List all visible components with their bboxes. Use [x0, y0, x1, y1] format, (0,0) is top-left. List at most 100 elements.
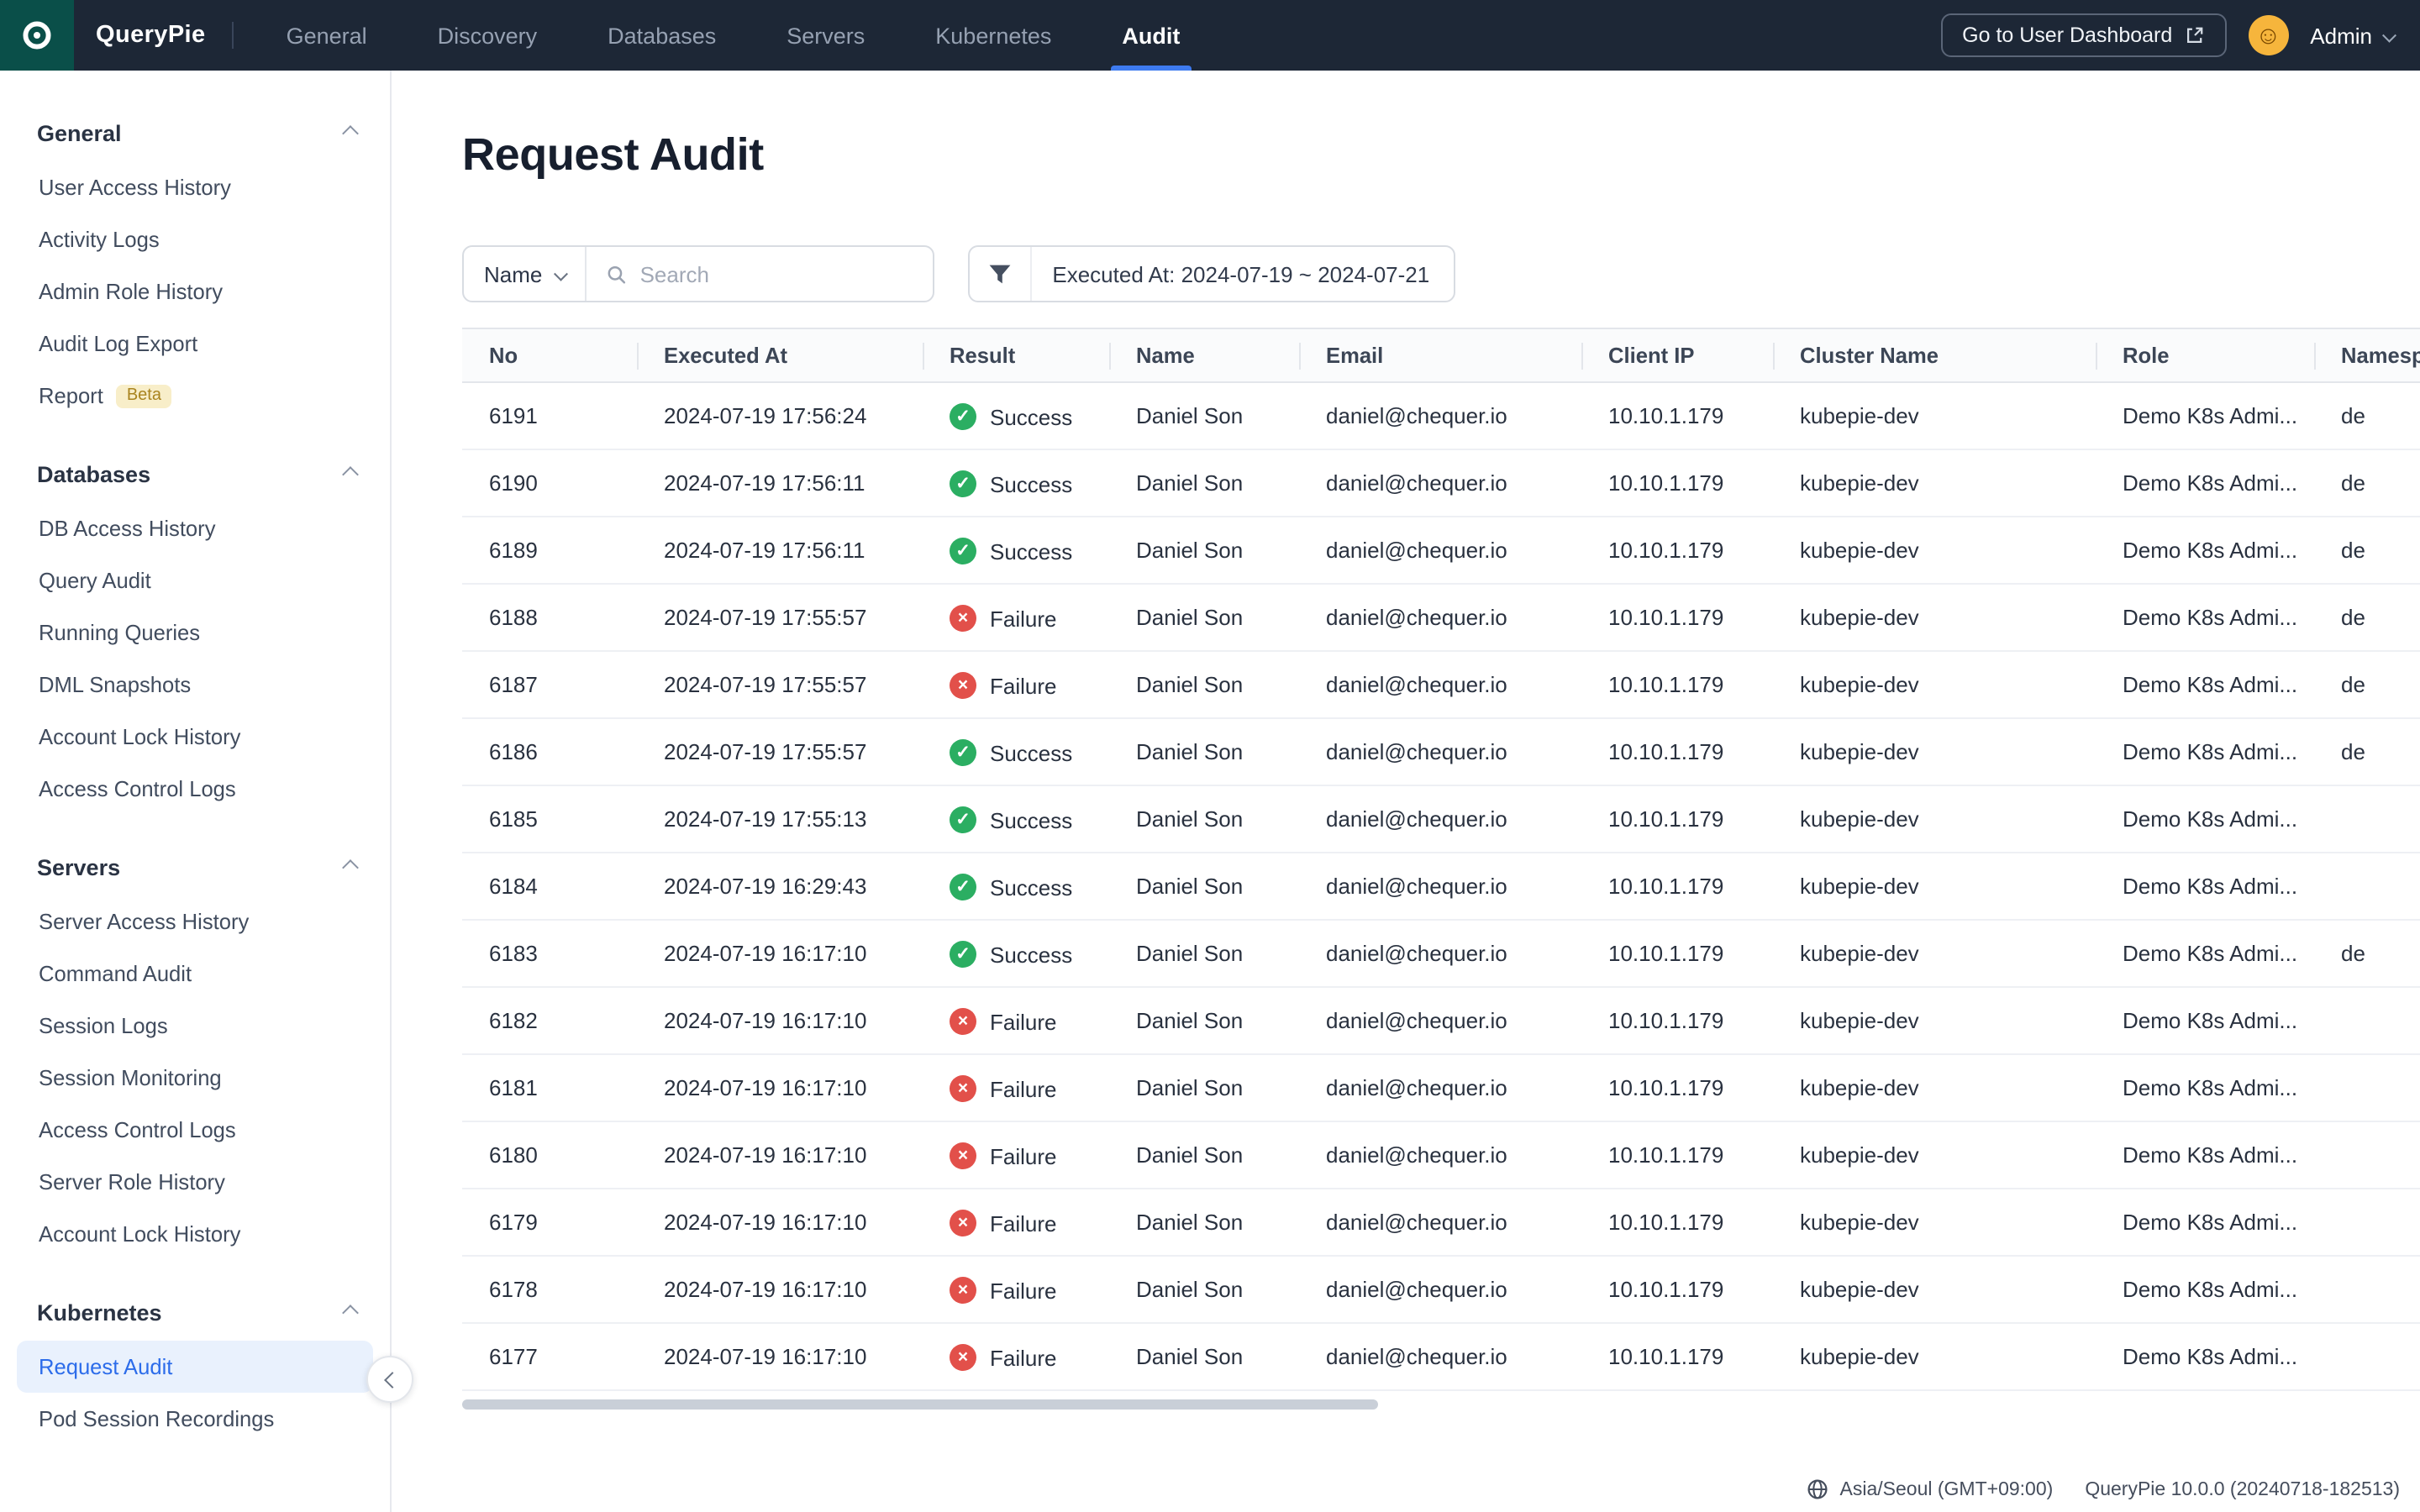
sidebar-item-running-queries[interactable]: Running Queries [17, 606, 373, 659]
table-row[interactable]: 61892024-07-19 17:56:11✓SuccessDaniel So… [462, 517, 2420, 584]
result-label: Failure [990, 606, 1057, 631]
result-label: Failure [990, 1278, 1057, 1303]
executed-at-filter-chip[interactable]: Executed At: 2024-07-19 ~ 2024-07-21 [968, 245, 1455, 302]
search-field-select[interactable]: Name [464, 247, 585, 301]
sidebar-item-db-access-history[interactable]: DB Access History [17, 502, 373, 554]
sidebar-section-header-servers[interactable]: Servers [0, 848, 390, 885]
cell-result: ✓Success [923, 382, 1109, 449]
topnav-item-servers[interactable]: Servers [751, 0, 900, 71]
sidebar-item-account-lock-history[interactable]: Account Lock History [17, 711, 373, 763]
cell-cluster-name: kubepie-dev [1773, 449, 2096, 517]
result-value: ✓Success [950, 470, 1072, 497]
sidebar-item-label: Activity Logs [39, 227, 160, 252]
failure-icon: × [950, 1277, 976, 1304]
cell-role: Demo K8s Admi... [2096, 1189, 2314, 1256]
table-row[interactable]: 61852024-07-19 17:55:13✓SuccessDaniel So… [462, 785, 2420, 853]
cell-email: daniel@chequer.io [1299, 651, 1581, 718]
cell-result: ×Failure [923, 651, 1109, 718]
table-row[interactable]: 61882024-07-19 17:55:57×FailureDaniel So… [462, 584, 2420, 651]
avatar[interactable]: ☺ [2248, 15, 2288, 55]
sidebar-item-label: Pod Session Recordings [39, 1406, 274, 1431]
sidebar-item-session-monitoring[interactable]: Session Monitoring [17, 1052, 373, 1104]
chevron-down-icon [2382, 29, 2396, 42]
cell-executed-at: 2024-07-19 17:56:11 [637, 517, 923, 584]
sidebar-item-user-access-history[interactable]: User Access History [17, 161, 373, 213]
sidebar-section-header-general[interactable]: General [0, 114, 390, 151]
sidebar-item-request-audit[interactable]: Request Audit [17, 1341, 373, 1393]
main-content: Request Audit Name [392, 71, 2420, 1512]
result-value: ×Failure [950, 1142, 1057, 1169]
cell-role: Demo K8s Admi... [2096, 920, 2314, 987]
chevron-down-icon [554, 267, 567, 281]
result-value: ×Failure [950, 672, 1057, 699]
sidebar-section-header-databases[interactable]: Databases [0, 455, 390, 492]
sidebar-item-label: Command Audit [39, 961, 192, 986]
table-row[interactable]: 61812024-07-19 16:17:10×FailureDaniel So… [462, 1054, 2420, 1121]
user-menu[interactable]: Admin [2310, 23, 2393, 48]
cell-name: Daniel Son [1109, 1323, 1299, 1390]
sidebar-section-header-kubernetes[interactable]: Kubernetes [0, 1294, 390, 1331]
result-label: Success [990, 807, 1072, 832]
sidebar-item-dml-snapshots[interactable]: DML Snapshots [17, 659, 373, 711]
sidebar-item-query-audit[interactable]: Query Audit [17, 554, 373, 606]
cell-role: Demo K8s Admi... [2096, 987, 2314, 1054]
cell-executed-at: 2024-07-19 16:17:10 [637, 987, 923, 1054]
cell-cluster-name: kubepie-dev [1773, 651, 2096, 718]
cell-client-ip: 10.10.1.179 [1581, 920, 1773, 987]
table-row[interactable]: 61782024-07-19 16:17:10×FailureDaniel So… [462, 1256, 2420, 1323]
sidebar-item-server-role-history[interactable]: Server Role History [17, 1156, 373, 1208]
cell-no: 6188 [462, 584, 637, 651]
horizontal-scrollbar[interactable] [462, 1399, 1378, 1410]
table-row[interactable]: 61802024-07-19 16:17:10×FailureDaniel So… [462, 1121, 2420, 1189]
sidebar-item-admin-role-history[interactable]: Admin Role History [17, 265, 373, 318]
topnav-item-general[interactable]: General [251, 0, 402, 71]
sidebar-collapse-button[interactable] [366, 1356, 413, 1403]
request-audit-table: NoExecuted AtResultNameEmailClient IPClu… [462, 328, 2420, 1413]
table-row[interactable]: 61822024-07-19 16:17:10×FailureDaniel So… [462, 987, 2420, 1054]
sidebar-item-pod-session-recordings[interactable]: Pod Session Recordings [17, 1393, 373, 1445]
cell-email: daniel@chequer.io [1299, 920, 1581, 987]
success-icon: ✓ [950, 470, 976, 497]
cell-client-ip: 10.10.1.179 [1581, 1189, 1773, 1256]
topnav-item-kubernetes[interactable]: Kubernetes [900, 0, 1086, 71]
table-row[interactable]: 61772024-07-19 16:17:10×FailureDaniel So… [462, 1323, 2420, 1390]
table-row[interactable]: 61832024-07-19 16:17:10✓SuccessDaniel So… [462, 920, 2420, 987]
success-icon: ✓ [950, 941, 976, 968]
sidebar-item-session-logs[interactable]: Session Logs [17, 1000, 373, 1052]
table-row[interactable]: 61792024-07-19 16:17:10×FailureDaniel So… [462, 1189, 2420, 1256]
sidebar-item-report[interactable]: ReportBeta [17, 370, 373, 422]
cell-email: daniel@chequer.io [1299, 517, 1581, 584]
table-row[interactable]: 61912024-07-19 17:56:24✓SuccessDaniel So… [462, 382, 2420, 449]
topnav-items: GeneralDiscoveryDatabasesServersKubernet… [251, 0, 1216, 71]
topnav-item-audit[interactable]: Audit [1086, 0, 1215, 71]
search-input[interactable] [640, 261, 913, 286]
cell-namespace [2314, 987, 2420, 1054]
cell-result: ×Failure [923, 1189, 1109, 1256]
sidebar-item-access-control-logs[interactable]: Access Control Logs [17, 1104, 373, 1156]
cell-no: 6178 [462, 1256, 637, 1323]
executed-at-filter-label: Executed At: 2024-07-19 ~ 2024-07-21 [1032, 261, 1453, 286]
status-bar: Asia/Seoul (GMT+09:00) QueryPie 10.0.0 (… [1807, 1478, 2400, 1500]
cell-client-ip: 10.10.1.179 [1581, 584, 1773, 651]
cell-role: Demo K8s Admi... [2096, 449, 2314, 517]
sidebar-item-activity-logs[interactable]: Activity Logs [17, 213, 373, 265]
cell-no: 6183 [462, 920, 637, 987]
result-value: ×Failure [950, 1344, 1057, 1371]
table-row[interactable]: 61862024-07-19 17:55:57✓SuccessDaniel So… [462, 718, 2420, 785]
sidebar-item-account-lock-history[interactable]: Account Lock History [17, 1208, 373, 1260]
sidebar-item-server-access-history[interactable]: Server Access History [17, 895, 373, 948]
cell-cluster-name: kubepie-dev [1773, 517, 2096, 584]
topnav-item-databases[interactable]: Databases [572, 0, 751, 71]
chevron-up-icon [342, 1304, 359, 1320]
sidebar-item-access-control-logs[interactable]: Access Control Logs [17, 763, 373, 815]
external-link-icon [2184, 25, 2204, 45]
querypie-logo[interactable] [0, 0, 74, 71]
table-row[interactable]: 61872024-07-19 17:55:57×FailureDaniel So… [462, 651, 2420, 718]
table-row[interactable]: 61842024-07-19 16:29:43✓SuccessDaniel So… [462, 853, 2420, 920]
table-row[interactable]: 61902024-07-19 17:56:11✓SuccessDaniel So… [462, 449, 2420, 517]
go-to-user-dashboard-button[interactable]: Go to User Dashboard [1940, 13, 2226, 57]
sidebar-item-command-audit[interactable]: Command Audit [17, 948, 373, 1000]
topnav-item-discovery[interactable]: Discovery [402, 0, 573, 71]
sidebar-item-audit-log-export[interactable]: Audit Log Export [17, 318, 373, 370]
cell-namespace: de [2314, 382, 2420, 449]
